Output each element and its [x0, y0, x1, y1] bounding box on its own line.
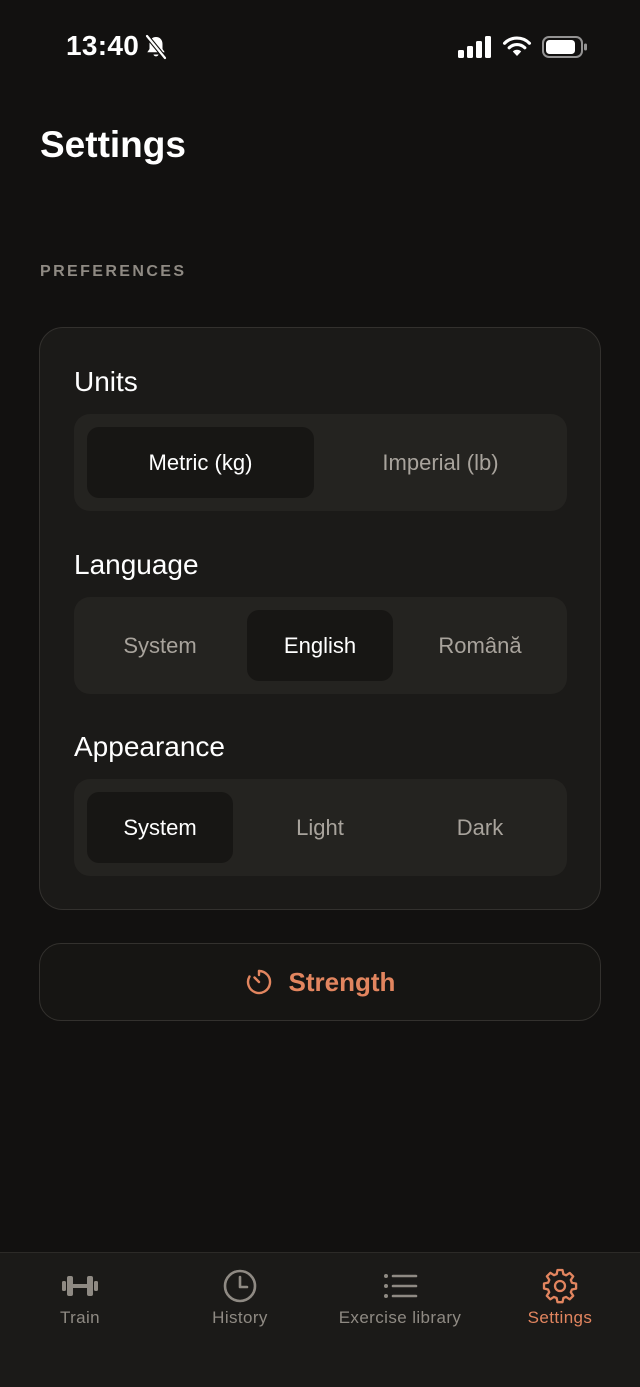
appearance-option-dark[interactable]: Dark	[407, 792, 553, 863]
tab-settings[interactable]: Settings	[480, 1253, 640, 1353]
list-icon	[384, 1274, 418, 1298]
signal-icon	[458, 36, 491, 58]
tab-settings-label: Settings	[527, 1308, 593, 1327]
section-header-preferences: PREFERENCES	[40, 263, 187, 280]
tab-exercise-library-label: Exercise library	[338, 1308, 462, 1327]
tab-history[interactable]: History	[160, 1253, 320, 1353]
status-time: 13:40	[66, 30, 140, 61]
page-title: Settings	[40, 124, 186, 165]
strength-button-label: Strength	[288, 966, 396, 997]
wifi-icon	[503, 36, 531, 56]
tab-train[interactable]: Train	[0, 1253, 160, 1353]
units-segmented-control: Metric (kg) Imperial (lb)	[74, 414, 567, 511]
language-option-system[interactable]: System	[87, 610, 233, 681]
appearance-segmented-control: System Light Dark	[74, 779, 567, 876]
language-option-romana[interactable]: Română	[407, 610, 553, 681]
language-segmented-control: System English Română	[74, 597, 567, 694]
units-option-metric[interactable]: Metric (kg)	[87, 427, 314, 498]
timer-icon	[246, 969, 271, 995]
units-option-imperial[interactable]: Imperial (lb)	[327, 427, 554, 498]
status-bar: 13:40	[0, 0, 640, 94]
appearance-option-light[interactable]: Light	[247, 792, 393, 863]
appearance-option-system[interactable]: System	[87, 792, 233, 863]
preferences-card: Units Metric (kg) Imperial (lb) Language…	[39, 327, 601, 910]
language-option-english[interactable]: English	[247, 610, 393, 681]
strength-button[interactable]: Strength	[39, 943, 601, 1021]
bell-slash-icon	[145, 34, 167, 60]
tab-bar: Train History Exercise library Settings	[0, 1252, 640, 1387]
tab-history-label: History	[212, 1308, 268, 1327]
language-label: Language	[74, 549, 199, 580]
tab-train-label: Train	[59, 1308, 101, 1327]
appearance-label: Appearance	[74, 731, 226, 762]
units-label: Units	[74, 366, 138, 397]
dumbbell-icon	[62, 1276, 98, 1296]
battery-icon	[542, 36, 587, 58]
gear-icon	[542, 1268, 578, 1304]
tab-exercise-library[interactable]: Exercise library	[320, 1253, 480, 1353]
clock-icon	[223, 1269, 257, 1303]
